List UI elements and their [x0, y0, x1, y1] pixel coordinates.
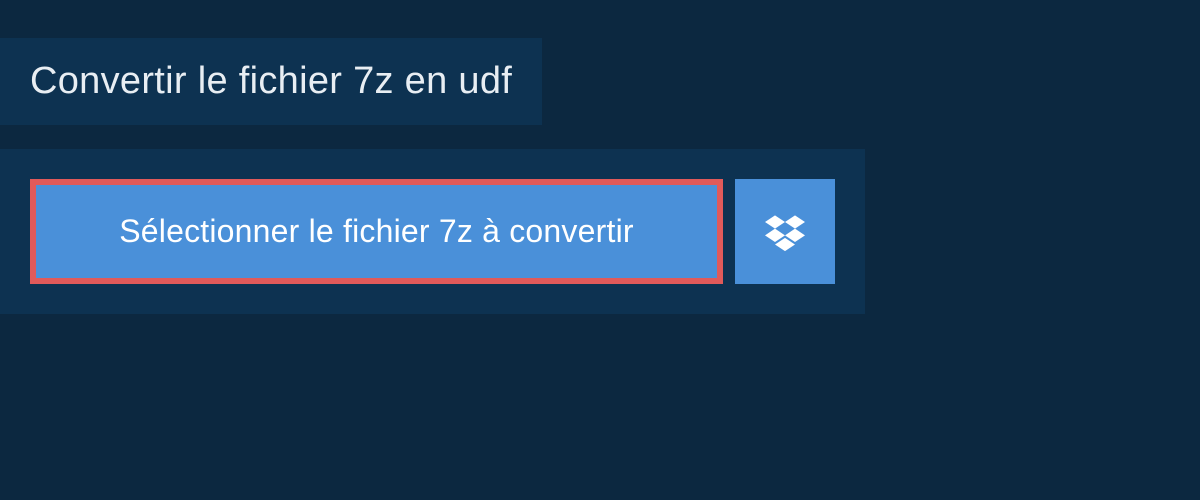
- select-file-button[interactable]: Sélectionner le fichier 7z à convertir: [30, 179, 723, 284]
- button-row: Sélectionner le fichier 7z à convertir: [30, 179, 835, 284]
- select-file-label: Sélectionner le fichier 7z à convertir: [119, 213, 634, 250]
- dropbox-button[interactable]: [735, 179, 835, 284]
- dropbox-icon: [765, 212, 805, 252]
- page-title: Convertir le fichier 7z en udf: [30, 60, 512, 103]
- header-bar: Convertir le fichier 7z en udf: [0, 38, 542, 125]
- upload-panel: Sélectionner le fichier 7z à convertir: [0, 149, 865, 314]
